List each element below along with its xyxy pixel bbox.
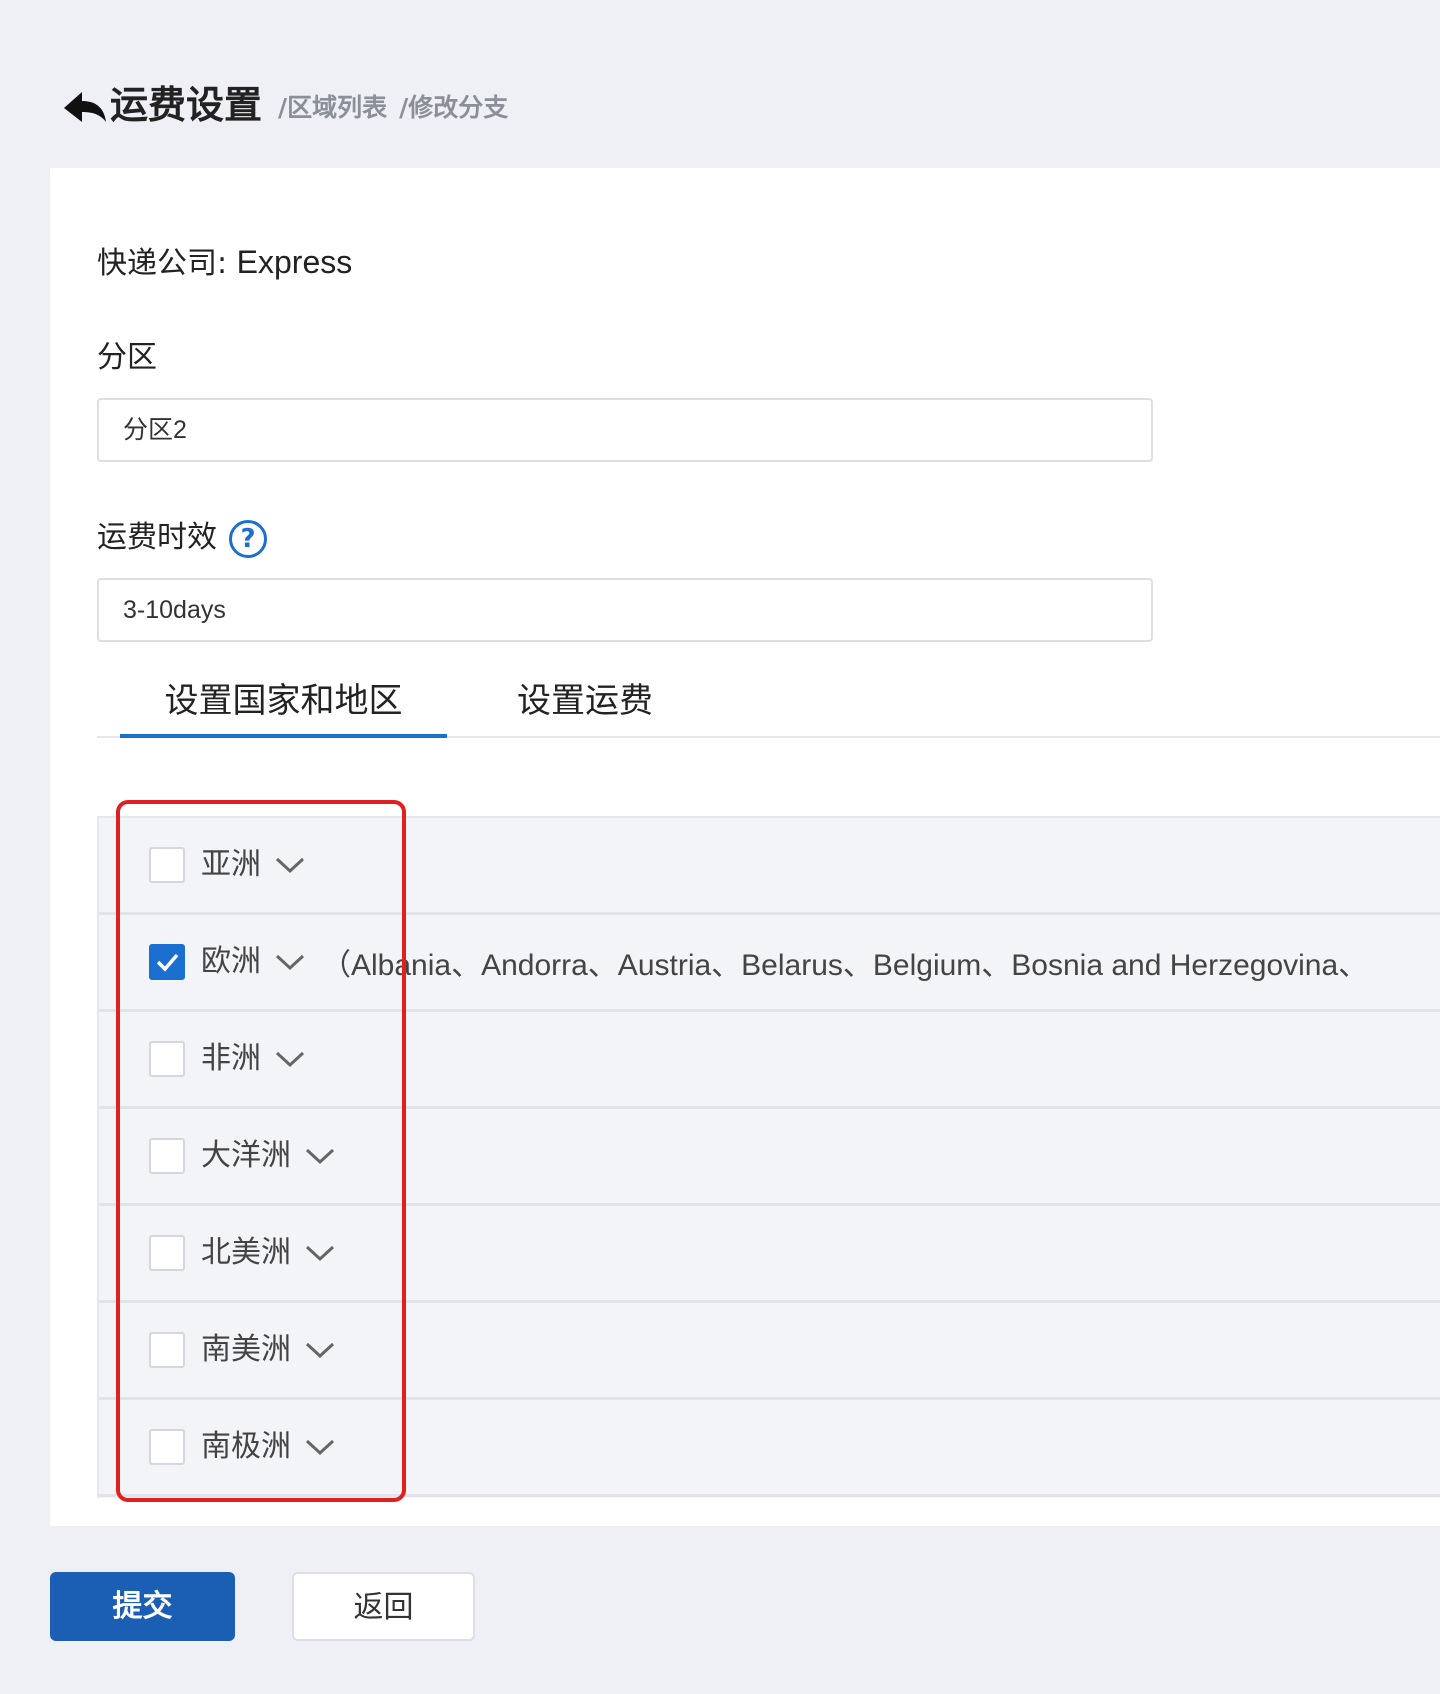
- back-arrow-icon[interactable]: [62, 88, 108, 128]
- page-title: 运费设置: [110, 83, 263, 127]
- tab-set-shipping-fee[interactable]: 设置运费: [517, 676, 677, 738]
- courier-value: Express: [236, 244, 353, 280]
- region-row-asia: 亚洲: [99, 818, 1440, 915]
- chevron-down-icon[interactable]: [303, 1144, 337, 1168]
- region-row-north-america: 北美洲: [99, 1206, 1440, 1303]
- breadcrumb-item-edit-branch: /修改分支: [399, 93, 509, 122]
- region-checkbox-africa[interactable]: [149, 1041, 185, 1077]
- zone-input[interactable]: 分区2: [97, 398, 1153, 462]
- back-button[interactable]: 返回: [292, 1572, 475, 1641]
- region-row-oceania: 大洋洲: [99, 1109, 1440, 1206]
- tab-bar: 设置国家和地区 设置运费: [97, 676, 1440, 738]
- zone-label: 分区: [97, 340, 157, 375]
- chevron-down-icon[interactable]: [303, 1338, 337, 1362]
- region-row-africa: 非洲: [99, 1012, 1440, 1109]
- region-name-north-america: 北美洲: [201, 1235, 291, 1270]
- courier-label: 快递公司:: [97, 246, 228, 281]
- region-name-asia: 亚洲: [201, 847, 261, 882]
- region-name-africa: 非洲: [201, 1041, 261, 1076]
- region-checkbox-antarctica[interactable]: [149, 1429, 185, 1465]
- selected-countries-europe: （Albania、Andorra、Austria、Belarus、Belgium…: [321, 949, 1369, 982]
- chevron-down-icon[interactable]: [273, 853, 307, 877]
- help-icon[interactable]: ?: [229, 519, 267, 558]
- region-checkbox-oceania[interactable]: [149, 1138, 185, 1174]
- breadcrumb: /区域列表 /修改分支: [278, 93, 520, 128]
- region-checkbox-north-america[interactable]: [149, 1235, 185, 1271]
- region-checkbox-south-america[interactable]: [149, 1332, 185, 1368]
- submit-button[interactable]: 提交: [50, 1572, 235, 1641]
- chevron-down-icon[interactable]: [303, 1435, 337, 1459]
- region-name-oceania: 大洋洲: [201, 1138, 291, 1173]
- courier-row: 快递公司: Express: [97, 238, 352, 282]
- region-name-antarctica: 南极洲: [201, 1429, 291, 1464]
- region-checkbox-europe[interactable]: [149, 944, 185, 980]
- delivery-time-input[interactable]: 3-10days: [97, 578, 1153, 642]
- settings-card: 快递公司: Express 分区 分区2 运费时效? 3-10days 设置国家…: [50, 168, 1440, 1526]
- tab-set-countries[interactable]: 设置国家和地区: [120, 676, 447, 738]
- chevron-down-icon[interactable]: [273, 1047, 307, 1071]
- delivery-time-label: 运费时效: [97, 520, 217, 555]
- page-header: 运费设置 /区域列表 /修改分支: [62, 78, 520, 128]
- chevron-down-icon[interactable]: [273, 950, 307, 974]
- check-icon: [156, 953, 179, 972]
- region-list: 亚洲 欧洲 （Albania、Andorra、Austria、Belarus、B…: [97, 816, 1440, 1498]
- breadcrumb-item-region-list[interactable]: /区域列表: [278, 93, 387, 123]
- delivery-time-label-row: 运费时效?: [97, 512, 267, 558]
- chevron-down-icon[interactable]: [303, 1241, 337, 1265]
- region-row-antarctica: 南极洲: [99, 1400, 1440, 1497]
- region-checkbox-asia[interactable]: [149, 847, 185, 883]
- region-row-europe: 欧洲 （Albania、Andorra、Austria、Belarus、Belg…: [99, 915, 1440, 1012]
- region-name-europe: 欧洲: [201, 944, 261, 979]
- region-row-south-america: 南美洲: [99, 1303, 1440, 1400]
- region-name-south-america: 南美洲: [201, 1332, 291, 1367]
